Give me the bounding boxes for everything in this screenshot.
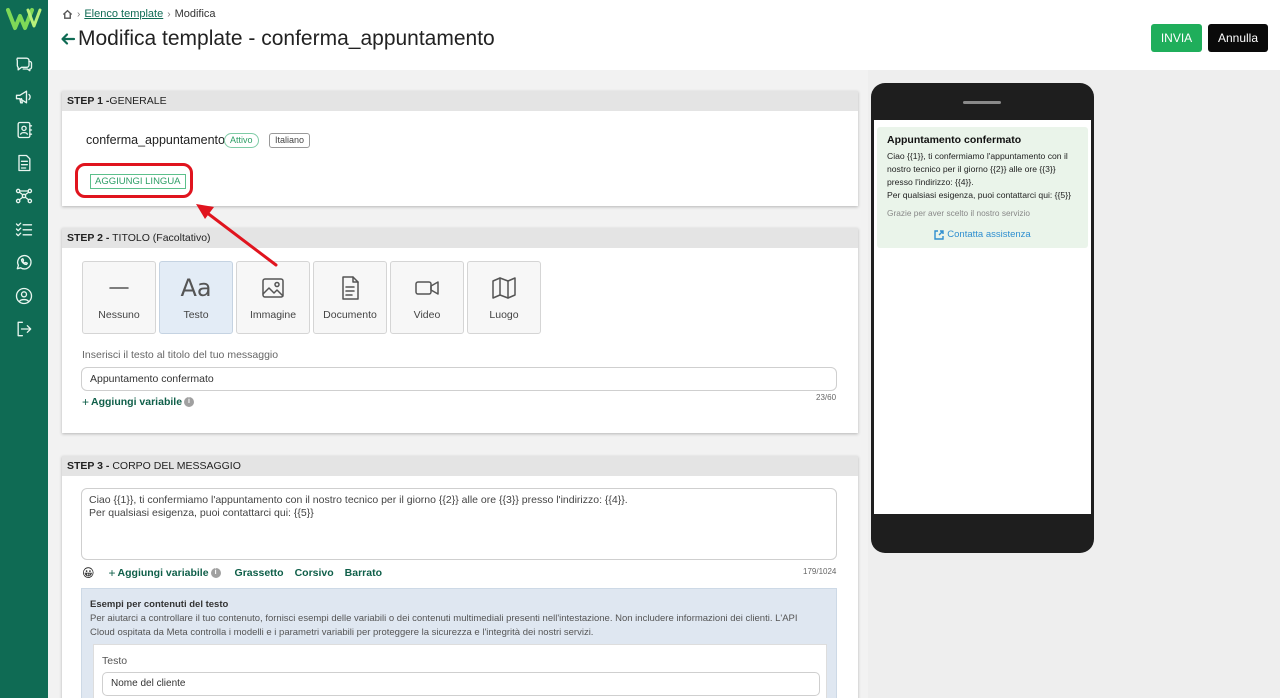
logout-icon[interactable] (12, 317, 36, 341)
examples-description: Per aiutarci a controllare il tuo conten… (90, 613, 798, 638)
header-type-label: Immagine (249, 309, 297, 321)
title-char-counter: 23/60 (816, 393, 837, 402)
send-button[interactable]: INVIA (1151, 24, 1202, 52)
sidebar (0, 0, 48, 698)
brand-logo[interactable] (6, 6, 42, 32)
document-icon[interactable] (12, 151, 36, 175)
breadcrumb-separator: › (77, 8, 81, 20)
add-variable-button[interactable]: + Aggiungi variabile i (82, 395, 195, 409)
step1-heading: STEP 1 -GENERALE (62, 91, 858, 111)
step1-heading-text: GENERALE (109, 95, 167, 107)
step1-heading-number: STEP 1 - (67, 95, 110, 107)
header-type-none[interactable]: Nessuno (82, 261, 156, 334)
header-type-location[interactable]: Luogo (467, 261, 541, 334)
italic-button[interactable]: Corsivo (295, 567, 334, 579)
message-bubble: Appuntamento confermato Ciao {{1}}, ti c… (877, 127, 1088, 248)
example-label: Testo (102, 655, 128, 667)
example-variable-box: Testo Nome del cliente (93, 644, 827, 698)
bold-button[interactable]: Grassetto (235, 567, 284, 579)
external-link-icon (934, 229, 944, 240)
title-input[interactable]: Appuntamento confermato (81, 367, 837, 391)
header-type-label: Testo (183, 309, 209, 321)
contacts-icon[interactable] (12, 118, 36, 142)
header-type-text[interactable]: Aa Testo (159, 261, 233, 334)
step3-heading-number: STEP 3 - (67, 460, 110, 472)
preview-body-line: Per qualsiasi esigenza, puoi contattarci… (887, 190, 1071, 200)
step3-heading-text: CORPO DEL MESSAGGIO (109, 460, 241, 472)
preview-cta-button[interactable]: Contatta assistenza (877, 229, 1088, 240)
example-input[interactable]: Nome del cliente (102, 672, 820, 696)
preview-body-line: presso l'indirizzo: {{4}}. (887, 177, 974, 187)
header-type-label: Documento (323, 309, 377, 321)
page-title-text: Modifica template - conferma_appuntament… (78, 27, 495, 50)
video-icon (415, 281, 439, 295)
breadcrumb: › Elenco template › Modifica (62, 8, 216, 20)
status-badge: Attivo (224, 133, 259, 148)
body-textarea[interactable]: Ciao {{1}}, ti confermiamo l'appuntament… (81, 488, 837, 560)
template-name: conferma_appuntamento (86, 133, 225, 147)
breadcrumb-current: Modifica (174, 8, 216, 20)
document-icon (342, 276, 359, 300)
preview-body: Ciao {{1}}, ti confermiamo l'appuntament… (887, 150, 1082, 202)
cancel-button[interactable]: Annulla (1208, 24, 1268, 52)
whatsapp-icon[interactable] (12, 250, 36, 274)
text-aa-icon: Aa (180, 274, 212, 302)
annotation-arrow (196, 204, 278, 267)
info-icon[interactable]: i (210, 568, 221, 578)
examples-title: Esempi per contenuti del testo (90, 599, 229, 610)
header-type-document[interactable]: Documento (313, 261, 387, 334)
checklist-icon[interactable] (12, 217, 36, 241)
step2-heading-number: STEP 2 - (67, 232, 110, 244)
breadcrumb-link-template-list[interactable]: Elenco template (84, 8, 163, 20)
user-icon[interactable] (12, 284, 36, 308)
add-variable-label: Aggiungi variabile (91, 396, 183, 408)
header-type-video[interactable]: Video (390, 261, 464, 334)
title-field-label: Inserisci il testo al titolo del tuo mes… (82, 349, 279, 361)
chat-icon[interactable] (12, 52, 36, 76)
annotation-highlight (75, 163, 193, 198)
back-arrow-icon[interactable] (60, 31, 76, 47)
preview-footer: Grazie per aver scelto il nostro servizi… (887, 208, 1030, 218)
preview-title: Appuntamento confermato (887, 134, 1022, 146)
page-title: Modifica template - conferma_appuntament… (60, 27, 495, 51)
phone-speaker (963, 101, 1001, 104)
breadcrumb-separator: › (167, 8, 171, 20)
body-line: Per qualsiasi esigenza, puoi contattarci… (89, 507, 314, 519)
header-type-label: Nessuno (98, 309, 140, 321)
emoji-icon[interactable]: 😀 (82, 566, 95, 580)
dash-icon (109, 287, 129, 289)
phone-preview: Appuntamento confermato Ciao {{1}}, ti c… (871, 83, 1094, 553)
header-type-image[interactable]: Immagine (236, 261, 310, 334)
step3-heading: STEP 3 - CORPO DEL MESSAGGIO (62, 456, 858, 476)
info-icon[interactable]: i (184, 397, 195, 407)
formatting-toolbar: 😀 + Aggiungi variabile i Grassetto Corsi… (82, 566, 382, 580)
phone-screen: Appuntamento confermato Ciao {{1}}, ti c… (874, 120, 1091, 514)
image-icon (262, 278, 284, 298)
home-icon[interactable] (62, 9, 73, 20)
add-variable-label: Aggiungi variabile (117, 567, 209, 579)
header-type-label: Video (413, 309, 441, 321)
plus-icon: + (108, 566, 116, 580)
strikethrough-button[interactable]: Barrato (345, 567, 382, 579)
flow-icon[interactable] (12, 184, 36, 208)
preview-body-line: nostro tecnico per il giorno {{2}} alle … (887, 164, 1056, 174)
map-icon (492, 277, 516, 299)
preview-cta-label: Contatta assistenza (947, 229, 1031, 240)
add-variable-button[interactable]: + Aggiungi variabile i (109, 566, 221, 580)
header-type-label: Luogo (489, 309, 519, 321)
preview-body-line: Ciao {{1}}, ti confermiamo l'appuntament… (887, 151, 1068, 161)
examples-panel: Esempi per contenuti del testo Per aiuta… (81, 588, 837, 698)
step3-card: STEP 3 - CORPO DEL MESSAGGIO Ciao {{1}},… (62, 456, 858, 698)
plus-icon: + (82, 395, 90, 409)
language-badge[interactable]: Italiano (269, 133, 311, 148)
body-char-counter: 179/1024 (803, 567, 837, 576)
body-line: Ciao {{1}}, ti confermiamo l'appuntament… (89, 494, 628, 506)
megaphone-icon[interactable] (12, 85, 36, 109)
